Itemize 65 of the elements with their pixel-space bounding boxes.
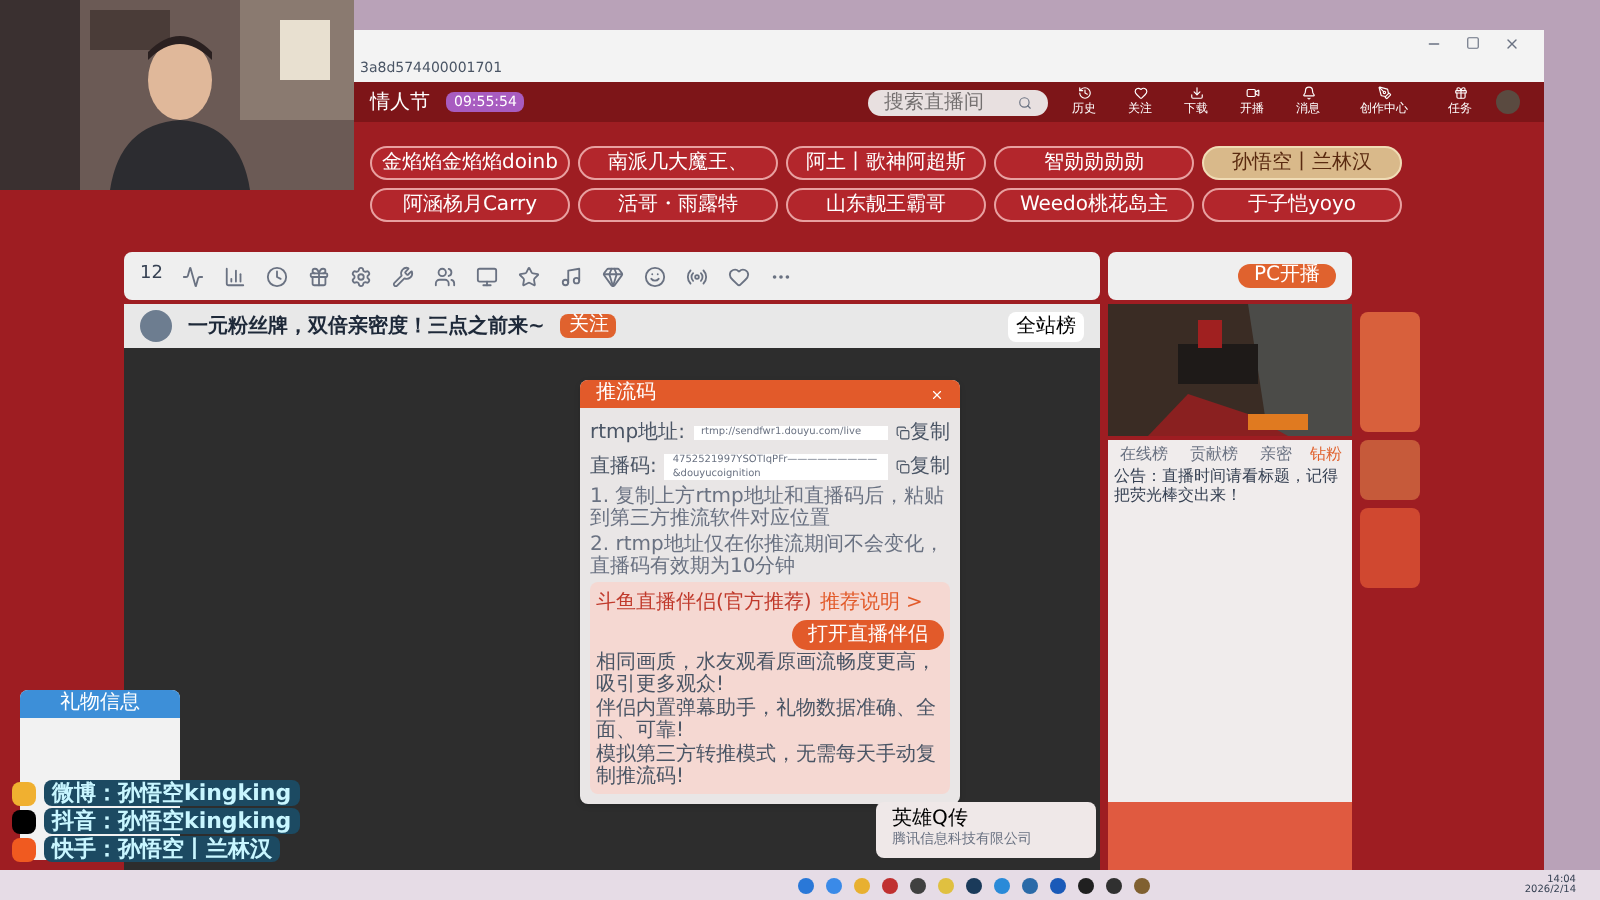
notification-title: 英雄Q传 (892, 810, 970, 830)
streamer-tab[interactable]: Weedo桃花岛主 (994, 188, 1194, 222)
tool-icon[interactable] (350, 265, 373, 287)
social-handle: 微博：孙悟空kingking (44, 780, 300, 806)
gift-icon (1453, 85, 1467, 99)
streamer-tab[interactable]: 活哥・雨露特 (578, 188, 778, 222)
chat-tab[interactable]: 亲密 (1259, 442, 1292, 466)
copy-button[interactable]: 复制 (896, 418, 950, 448)
chat-tab[interactable]: 贡献榜 (1190, 442, 1239, 466)
tool-icon[interactable] (224, 265, 247, 287)
download-icon (1189, 85, 1203, 99)
stream-title: 一元粉丝牌，双倍亲密度！三点之前来~ (188, 312, 545, 341)
video-camera-icon (1245, 85, 1259, 99)
copy-icon (896, 426, 910, 440)
tool-icon[interactable] (308, 265, 331, 287)
clock-icon (1077, 85, 1091, 99)
streamer-tab[interactable]: 金焰焰金焰焰doinb (370, 146, 570, 180)
streamer-tab[interactable]: 山东靓王霸哥 (786, 188, 986, 222)
copy-icon (896, 460, 910, 474)
social-handle: 抖音：孙悟空kingking (44, 808, 300, 834)
tool-icon[interactable] (644, 265, 667, 287)
bell-icon (1301, 85, 1315, 99)
field-label: rtmp地址: (590, 419, 685, 448)
panel-title: 礼物信息 (60, 694, 140, 714)
streamer-tab[interactable]: 于子恺yoyo (1202, 188, 1402, 222)
search-field[interactable]: 搜索直播间 (868, 89, 1048, 115)
pc-live-button[interactable]: PC开播 (1237, 263, 1336, 289)
rank-button[interactable]: 全站榜 (1008, 311, 1084, 341)
tool-icon[interactable] (476, 265, 499, 287)
chat-notice: 公告：直播时间请看标题，记得把荧光棒交出来！ (1112, 468, 1341, 507)
tool-icon[interactable] (728, 265, 751, 287)
open-app-button[interactable]: 打开直播伴侣 (792, 620, 944, 650)
close-icon[interactable] (1504, 35, 1520, 51)
streamer-tab[interactable]: 孙悟空丨兰林汉 (1202, 146, 1402, 180)
social-handle: 快手：孙悟空丨兰林汉 (44, 836, 280, 862)
tool-icon[interactable] (182, 265, 205, 287)
score-number: 12 (140, 262, 163, 289)
tool-icon[interactable] (392, 265, 415, 287)
promo-text: 相同画质，水友观看原画流畅度更高，吸引更多观众! (596, 652, 938, 696)
promo-text: 模拟第三方转推模式，无需每天手动复制推流码! (596, 744, 938, 788)
note-text: 1. 复制上方rtmp地址和直播码后，粘贴到第三方推流软件对应位置 (590, 486, 946, 530)
streamer-tab[interactable]: 阿土丨歌神阿超斯 (786, 146, 986, 180)
streamer-tab[interactable]: 南派几大魔王、 (578, 146, 778, 180)
maximize-icon[interactable] (1466, 36, 1480, 50)
follow-button[interactable]: 关注 (560, 313, 617, 339)
note-text: 2. rtmp地址仅在你推流期间不会变化，直播码有效期为10分钟 (590, 534, 946, 578)
pen-icon (1377, 85, 1391, 99)
dialog-title: 推流码 (596, 384, 656, 404)
streamer-avatar (140, 310, 172, 342)
tool-icon[interactable] (266, 265, 289, 287)
search-icon (1018, 95, 1032, 109)
tool-icon[interactable] (560, 265, 583, 287)
promo-text: 伴侣内置弹幕助手，礼物数据准确、全面、可靠! (596, 698, 938, 742)
tool-icon[interactable] (686, 265, 709, 287)
streamer-tab[interactable]: 阿涵杨月Carry (370, 188, 570, 222)
heart-icon (1133, 85, 1147, 99)
streamer-tab[interactable]: 智勋勋勋勋 (994, 146, 1194, 180)
copy-button[interactable]: 复制 (896, 452, 950, 482)
tool-icon[interactable] (518, 265, 541, 287)
nav-link[interactable]: 情人节 (370, 87, 430, 117)
promo-title: 斗鱼直播伴侣(官方推荐) (596, 589, 812, 618)
field-label: 直播码: (590, 453, 657, 482)
tool-icon[interactable] (602, 265, 625, 287)
chat-tab[interactable]: 在线榜 (1119, 442, 1168, 466)
tool-icon[interactable] (434, 265, 457, 287)
